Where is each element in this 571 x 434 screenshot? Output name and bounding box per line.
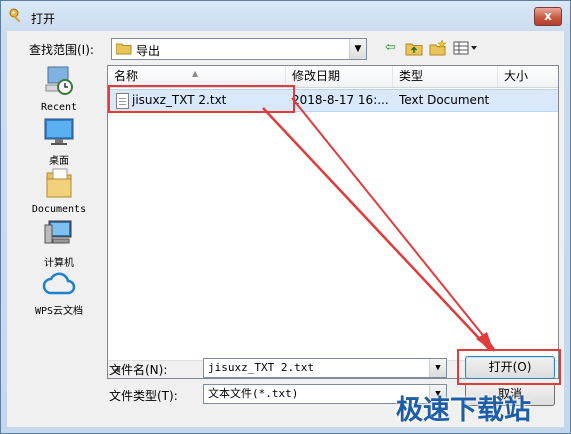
annotation-arrows (262, 97, 495, 352)
watermark: 极速下载站 (396, 395, 531, 426)
annotation-arrow (291, 97, 495, 350)
arrowhead-icon (476, 332, 494, 352)
annotation-arrow (262, 107, 491, 351)
